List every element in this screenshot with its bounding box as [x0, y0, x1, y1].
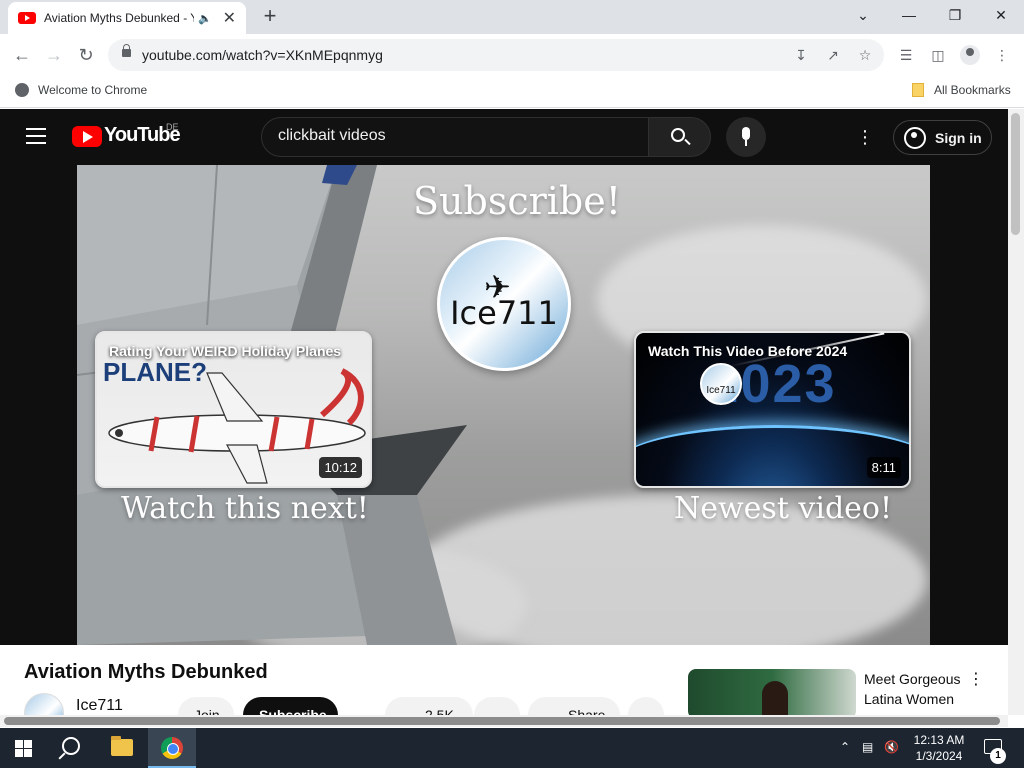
search-icon: [671, 128, 685, 142]
close-window-button[interactable]: ✕: [978, 0, 1024, 30]
sign-in-button[interactable]: Sign in: [893, 120, 992, 155]
search-input[interactable]: [278, 127, 628, 145]
bookmark-star-icon[interactable]: ☆: [854, 45, 876, 65]
card-channel-logo: Ice711: [700, 363, 742, 405]
restore-button[interactable]: ❐: [932, 0, 978, 30]
browser-tab-active[interactable]: Aviation Myths Debunked - YouTube 🔈 ✕: [8, 2, 246, 34]
windows-taskbar: ⌃ ▤ 🔇 12:13 AM 1/3/2024 1: [0, 728, 1024, 768]
newest-video-caption: Newest video!: [674, 491, 893, 526]
browser-tab-strip: Aviation Myths Debunked - YouTube 🔈 ✕ + …: [0, 0, 1024, 34]
lock-icon[interactable]: [122, 44, 131, 57]
voice-search-button[interactable]: [726, 117, 766, 157]
subscribe-button[interactable]: Subscribe: [243, 697, 338, 715]
tab-title: Aviation Myths Debunked - YouTube: [44, 11, 194, 25]
video-duration: 10:12: [319, 457, 362, 478]
channel-avatar[interactable]: [24, 693, 64, 715]
back-button[interactable]: ←: [8, 41, 36, 69]
globe-icon: [15, 83, 29, 97]
join-button[interactable]: Join: [178, 697, 234, 715]
minimize-button[interactable]: —: [886, 0, 932, 30]
file-explorer-icon[interactable]: [111, 736, 133, 756]
side-panel-icon[interactable]: ◫: [927, 45, 949, 65]
address-bar[interactable]: youtube.com/watch?v=XKnMEpqnmyg ↧ ↗ ☆: [108, 39, 884, 71]
tab-close-icon[interactable]: ✕: [223, 8, 236, 28]
tab-search-chevron-icon[interactable]: ⌄: [840, 0, 886, 30]
youtube-page: YouTube DE ⋮ Sign in: [0, 109, 1008, 715]
sign-in-label: Sign in: [935, 129, 982, 146]
subscribe-heading: Subscribe!: [413, 179, 622, 223]
recommended-video-thumbnail[interactable]: [688, 669, 856, 715]
media-controls-icon[interactable]: ☰: [895, 45, 917, 65]
card-overlay-year: 2023: [708, 354, 837, 414]
bookmarks-bar: Welcome to Chrome All Bookmarks: [0, 76, 1024, 108]
youtube-masthead: YouTube DE ⋮ Sign in: [0, 109, 1008, 165]
page-vertical-scrollbar[interactable]: [1008, 109, 1024, 715]
card-title: Watch This Video Before 2024: [648, 343, 848, 359]
page-horizontal-scrollbar[interactable]: [0, 715, 1008, 727]
person-silhouette: [762, 681, 788, 715]
card-title: Rating Your WEIRD Holiday Planes: [109, 343, 342, 359]
channel-logo-text: Ice711: [450, 294, 558, 332]
search-button[interactable]: [648, 117, 711, 157]
watch-next-caption: Watch this next!: [121, 491, 369, 526]
chrome-taskbar-button[interactable]: [148, 728, 196, 768]
volume-muted-icon[interactable]: 🔇: [884, 740, 899, 754]
audio-playing-icon[interactable]: 🔈: [198, 12, 212, 25]
clock-time: 12:13 AM: [913, 733, 965, 747]
share-icon[interactable]: ↗: [822, 45, 844, 65]
windows-start-icon[interactable]: [15, 740, 32, 757]
youtube-favicon-icon: [18, 12, 36, 24]
recommended-video-title[interactable]: Meet Gorgeous Latina Women: [864, 669, 974, 709]
channel-subscribe-element[interactable]: ✈ Ice711: [437, 237, 571, 371]
guide-menu-icon[interactable]: [26, 128, 46, 144]
profile-avatar-icon[interactable]: [960, 45, 980, 65]
search-box[interactable]: [261, 117, 649, 157]
channel-name[interactable]: Ice711: [76, 697, 123, 715]
url-text[interactable]: youtube.com/watch?v=XKnMEpqnmyg: [142, 47, 383, 63]
notification-count-badge: 1: [990, 748, 1006, 764]
video-info-area: Aviation Myths Debunked Ice711 Join Subs…: [0, 645, 1008, 715]
taskbar-clock[interactable]: 12:13 AM 1/3/2024: [904, 732, 974, 764]
all-bookmarks-button[interactable]: All Bookmarks: [934, 83, 1011, 97]
show-hidden-icons-chevron-icon[interactable]: ⌃: [840, 740, 850, 754]
chrome-menu-icon[interactable]: ⋮: [991, 45, 1013, 65]
video-player[interactable]: Subscribe! ✈ Ice711 PLANE? Rating Your W…: [77, 165, 930, 645]
folder-icon: [912, 83, 924, 97]
share-button[interactable]: Share: [528, 697, 620, 715]
install-app-icon[interactable]: ↧: [790, 45, 812, 65]
microphone-icon: [742, 127, 750, 140]
endscreen-video-card-right[interactable]: 2023 Ice711 Watch This Video Before 2024…: [634, 331, 911, 488]
endscreen-video-card-left[interactable]: PLANE? Rating Your WEIRD Holiday Planes …: [95, 331, 372, 488]
settings-menu-icon[interactable]: ⋮: [855, 125, 875, 149]
video-title: Aviation Myths Debunked: [24, 661, 268, 683]
forward-button[interactable]: →: [40, 41, 68, 69]
browser-toolbar: ← → ↻ youtube.com/watch?v=XKnMEpqnmyg ↧ …: [0, 34, 1024, 76]
dislike-button[interactable]: [474, 697, 520, 715]
network-icon[interactable]: ▤: [862, 740, 873, 754]
reload-button[interactable]: ↻: [72, 41, 100, 69]
more-actions-button[interactable]: [628, 697, 664, 715]
like-button[interactable]: 2.5K: [385, 697, 473, 715]
taskbar-search-icon[interactable]: [62, 737, 80, 755]
recommended-video-menu-icon[interactable]: ⋮: [968, 669, 984, 689]
clock-date: 1/3/2024: [915, 749, 963, 763]
new-tab-button[interactable]: +: [256, 4, 284, 30]
video-duration: 8:11: [866, 457, 901, 478]
region-code: DE: [166, 122, 179, 132]
chrome-icon: [161, 737, 183, 759]
account-icon: [904, 126, 926, 149]
bookmark-welcome[interactable]: Welcome to Chrome: [38, 83, 147, 97]
youtube-logo-icon[interactable]: [72, 126, 102, 147]
